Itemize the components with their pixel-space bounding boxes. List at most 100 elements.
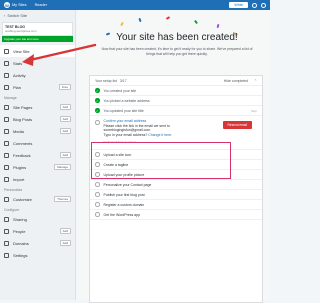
- sidebar-item-domains[interactable]: Domains Add: [0, 237, 75, 249]
- sidebar-item-customize[interactable]: Customize Themes: [0, 193, 75, 205]
- task-done[interactable]: ✓ You picked a website address: [90, 96, 262, 106]
- chevron-left-icon: ‹: [4, 13, 6, 18]
- sidebar-item-feedback[interactable]: Feedback Add: [0, 149, 75, 161]
- upgrade-banner[interactable]: Upgrade your site and more: [2, 36, 73, 42]
- computer-icon: [4, 48, 9, 54]
- site-card[interactable]: TEST BLOG testblog.wordpress.com: [2, 22, 73, 36]
- add-button[interactable]: Add: [59, 152, 71, 158]
- sidebar-item-label: Settings: [13, 252, 28, 258]
- checklist-header: Your setup list 3/17 Hide completed ⌃: [90, 76, 262, 86]
- sidebar-item-label: People: [13, 228, 26, 234]
- add-button[interactable]: Add: [59, 128, 71, 134]
- task-todo[interactable]: Get the WordPress app: [90, 210, 262, 220]
- wordpress-logo-icon: W: [4, 2, 10, 8]
- task-todo[interactable]: Register a custom domain: [90, 200, 262, 210]
- task-description-line: Typo in your email address?: [103, 132, 148, 137]
- write-button[interactable]: Write: [229, 2, 248, 8]
- change-email-link[interactable]: Change it here.: [148, 133, 172, 137]
- sidebar-item-label: Sharing: [13, 216, 27, 222]
- incomplete-circle-icon: [95, 120, 100, 125]
- stats-icon: [4, 60, 9, 66]
- sidebar-item-plugins[interactable]: Plugins Manage: [0, 161, 75, 173]
- manage-button[interactable]: Manage: [54, 164, 71, 170]
- plan-badge: Free: [58, 84, 71, 90]
- incomplete-circle-icon: [95, 182, 100, 187]
- task-done[interactable]: ✓ You created your site: [90, 86, 262, 96]
- sidebar-item-plan[interactable]: Plan Free: [0, 81, 75, 93]
- add-button[interactable]: Add: [59, 104, 71, 110]
- task-label: Personalize your Contact page: [103, 182, 152, 187]
- sidebar-item-label: Customize: [13, 196, 32, 202]
- site-url: testblog.wordpress.com: [5, 29, 37, 33]
- sidebar-item-label: Site Pages: [13, 104, 33, 110]
- configure-header: Configure: [4, 208, 20, 212]
- incomplete-circle-icon: [95, 192, 100, 197]
- sidebar: ‹ Switch Site TEST BLOG testblog.wordpre…: [0, 10, 76, 300]
- task-done[interactable]: ✓ You updated your site title Skip: [90, 106, 262, 116]
- notifications-icon[interactable]: [261, 2, 266, 8]
- top-bar: W My Sites Reader Write: [0, 0, 270, 10]
- sidebar-item-label: Media: [13, 128, 24, 134]
- sidebar-item-label: Plugins: [13, 164, 27, 170]
- sidebar-item-label: Feedback: [13, 152, 31, 158]
- add-button[interactable]: Add: [59, 240, 71, 246]
- my-sites-label: My Sites: [12, 3, 27, 7]
- task-label: Register a custom domain: [103, 202, 145, 207]
- task-todo[interactable]: Personalize your Contact page: [90, 180, 262, 190]
- personalize-header: Personalize: [4, 188, 23, 192]
- sidebar-item-label: Blog Posts: [13, 116, 33, 122]
- plugins-icon: [4, 164, 9, 170]
- sidebar-item-comments[interactable]: Comments: [0, 137, 75, 149]
- sidebar-item-label: Stats: [13, 60, 23, 66]
- sidebar-item-media[interactable]: Media Add: [0, 125, 75, 137]
- switch-site-link[interactable]: ‹ Switch Site: [0, 10, 75, 21]
- manage-header: Manage: [4, 96, 17, 100]
- comments-icon: [4, 140, 9, 146]
- add-button[interactable]: Add: [59, 116, 71, 122]
- avatar-icon[interactable]: [252, 2, 257, 8]
- hide-completed-toggle[interactable]: Hide completed: [224, 79, 248, 83]
- checkmark-icon: ✓: [95, 88, 100, 93]
- sidebar-item-view-site[interactable]: View Site: [0, 45, 75, 57]
- themes-button[interactable]: Themes: [54, 196, 71, 202]
- feedback-icon: [4, 152, 9, 158]
- sidebar-item-activity[interactable]: Activity: [0, 69, 75, 81]
- checklist-title: Your setup list: [95, 78, 117, 83]
- sidebar-item-blog-posts[interactable]: Blog Posts Add: [0, 113, 75, 125]
- domains-icon: [4, 240, 9, 246]
- sidebar-item-label: Domains: [13, 240, 29, 246]
- resend-email-button[interactable]: Resend email: [222, 121, 252, 129]
- plan-icon: [4, 84, 9, 90]
- task-label: Publish your first blog post: [103, 192, 145, 197]
- posts-icon: [4, 116, 9, 122]
- chevron-up-icon[interactable]: ⌃: [254, 79, 257, 83]
- add-button[interactable]: Add: [59, 228, 71, 234]
- reader-link[interactable]: Reader: [35, 3, 47, 7]
- task-label: Get the WordPress app: [103, 212, 141, 217]
- task-todo[interactable]: Publish your first blog post: [90, 190, 262, 200]
- sidebar-item-settings[interactable]: Settings: [0, 249, 75, 261]
- sidebar-item-label: Import: [13, 176, 25, 182]
- sidebar-item-label: View Site: [13, 48, 30, 54]
- activity-icon: [4, 72, 9, 78]
- sidebar-item-stats[interactable]: Stats: [0, 57, 75, 69]
- hero: Your site has been created! Now that you…: [97, 18, 257, 56]
- people-icon: [4, 228, 9, 234]
- my-sites-link[interactable]: W My Sites: [4, 2, 27, 8]
- edit-link[interactable]: Skip: [251, 109, 257, 113]
- sidebar-item-label: Plan: [13, 84, 22, 90]
- task-label: You picked a website address: [103, 98, 150, 103]
- sharing-icon: [4, 216, 9, 222]
- settings-icon: [4, 252, 9, 258]
- sidebar-item-sharing[interactable]: Sharing: [0, 213, 75, 225]
- sidebar-item-label: Activity: [13, 72, 26, 78]
- import-icon: [4, 176, 9, 182]
- checkmark-icon: ✓: [95, 108, 100, 113]
- setup-checklist: Your setup list 3/17 Hide completed ⌃ ✓ …: [89, 75, 263, 303]
- sidebar-item-people[interactable]: People Add: [0, 225, 75, 237]
- sidebar-item-label: Comments: [13, 140, 33, 146]
- page-title: Your site has been created!: [116, 32, 238, 43]
- sidebar-item-import[interactable]: Import: [0, 173, 75, 185]
- customize-icon: [4, 196, 9, 202]
- sidebar-item-site-pages[interactable]: Site Pages Add: [0, 101, 75, 113]
